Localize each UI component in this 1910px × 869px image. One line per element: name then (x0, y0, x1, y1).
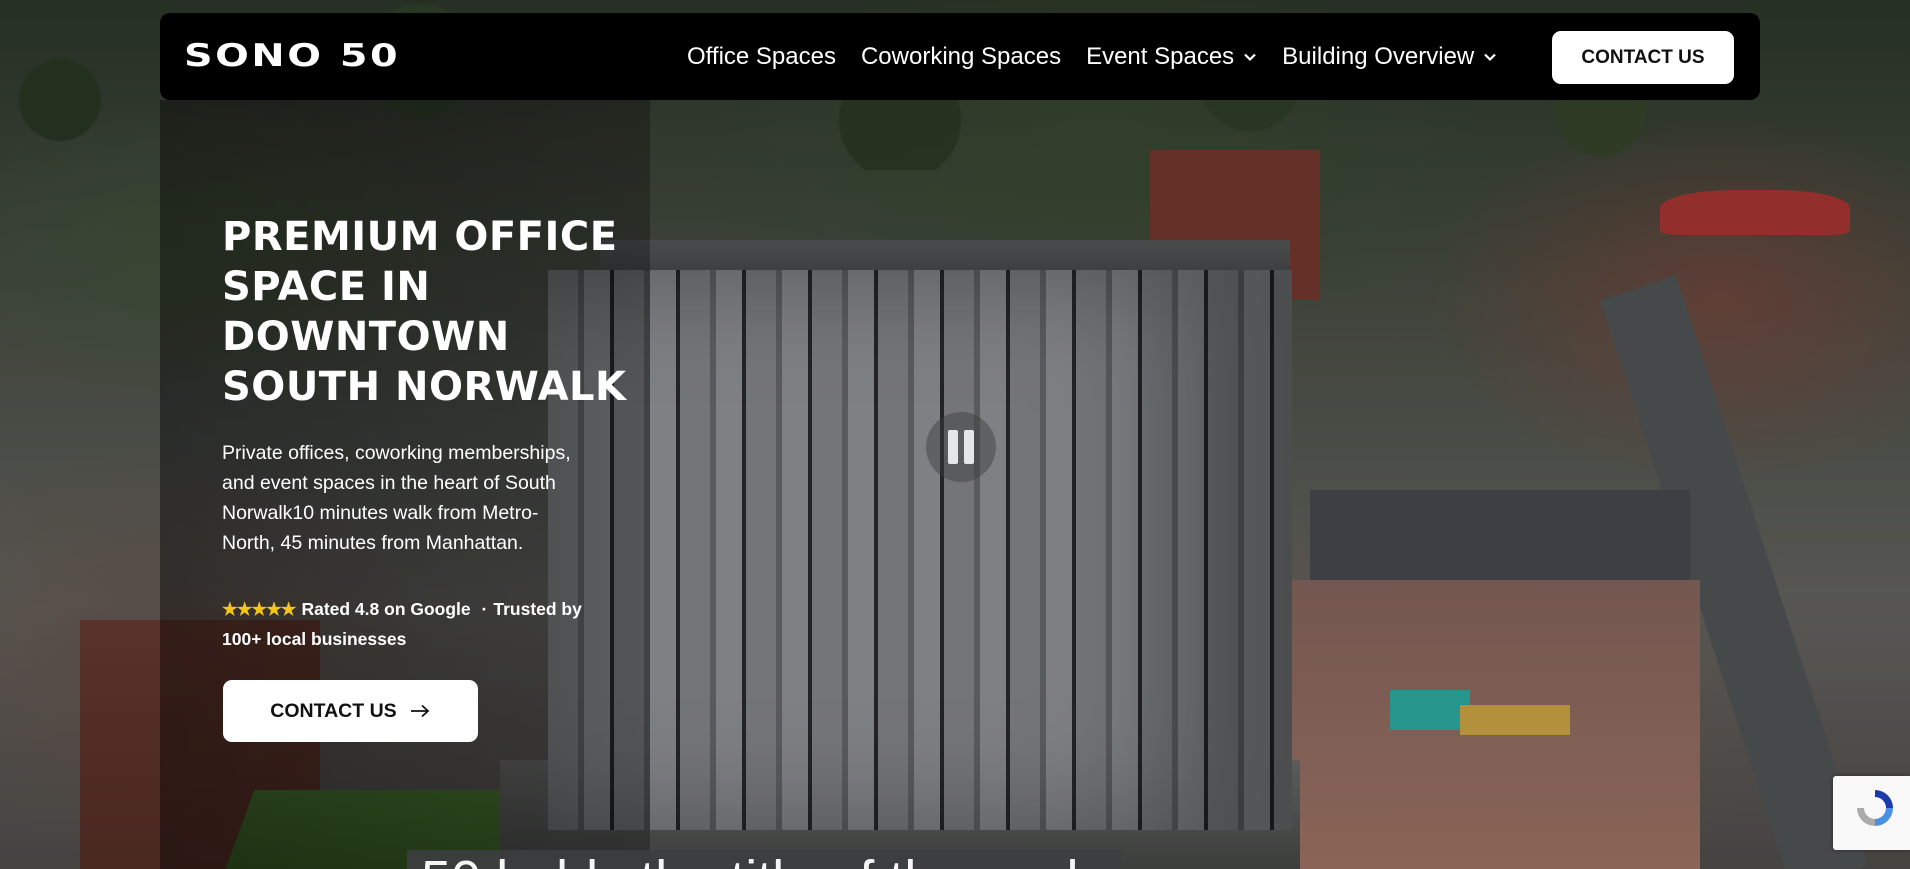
nav-coworking-spaces[interactable]: Coworking Spaces (861, 43, 1061, 71)
hero-description: Private offices, coworking memberships, … (222, 442, 571, 554)
next-section-heading-text: 50 holds the title of the neck of all (421, 850, 1122, 869)
recaptcha-icon (1857, 790, 1893, 826)
star-rating-icon: ★★★★★ (222, 599, 296, 619)
rating-line: ★★★★★ Rated 4.8 on Google · Trusted by 100… (222, 594, 602, 654)
video-pause-button[interactable] (926, 412, 996, 482)
nav-label: Coworking Spaces (860, 42, 1062, 70)
hero-title-line: SOUTH NORWALK (222, 364, 627, 410)
chevron-down-icon (1483, 50, 1497, 64)
next-section-heading: 50 holds the title of the neck of all (407, 850, 1122, 869)
main-nav: Office Spaces Coworking Spaces Event Spa… (687, 13, 1522, 100)
hero-title-line: DOWNTOWN (222, 314, 510, 360)
nav-label: Building Overview (1282, 42, 1475, 70)
recaptcha-badge[interactable] (1833, 776, 1910, 850)
hero-cta-label: CONTACT US (270, 699, 397, 722)
nav-office-spaces[interactable]: Office Spaces (687, 43, 836, 71)
rating-text: Rated 4.8 on Google (301, 599, 471, 619)
header-contact-button[interactable]: CONTACT US (1552, 31, 1734, 84)
pause-icon (948, 430, 958, 464)
hero-title-line: SPACE IN (222, 264, 431, 310)
site-header: SONO 50 Office Spaces Coworking Spaces E… (160, 13, 1760, 100)
hero-title-line: PREMIUM OFFICE (222, 214, 618, 260)
site-logo[interactable]: SONO 50 (184, 39, 400, 73)
hero-title: PREMIUM OFFICE SPACE IN DOWNTOWN SOUTH N… (222, 212, 652, 412)
nav-label: Event Spaces (1086, 42, 1235, 70)
nav-building-overview[interactable]: Building Overview (1282, 43, 1497, 71)
rating-separator: · (481, 599, 488, 619)
hero-contact-button[interactable]: CONTACT US (223, 680, 478, 742)
chevron-down-icon (1243, 50, 1257, 64)
arrow-right-icon (409, 704, 431, 718)
nav-label: Office Spaces (687, 42, 836, 70)
pause-icon (964, 430, 974, 464)
nav-event-spaces[interactable]: Event Spaces (1086, 43, 1257, 71)
